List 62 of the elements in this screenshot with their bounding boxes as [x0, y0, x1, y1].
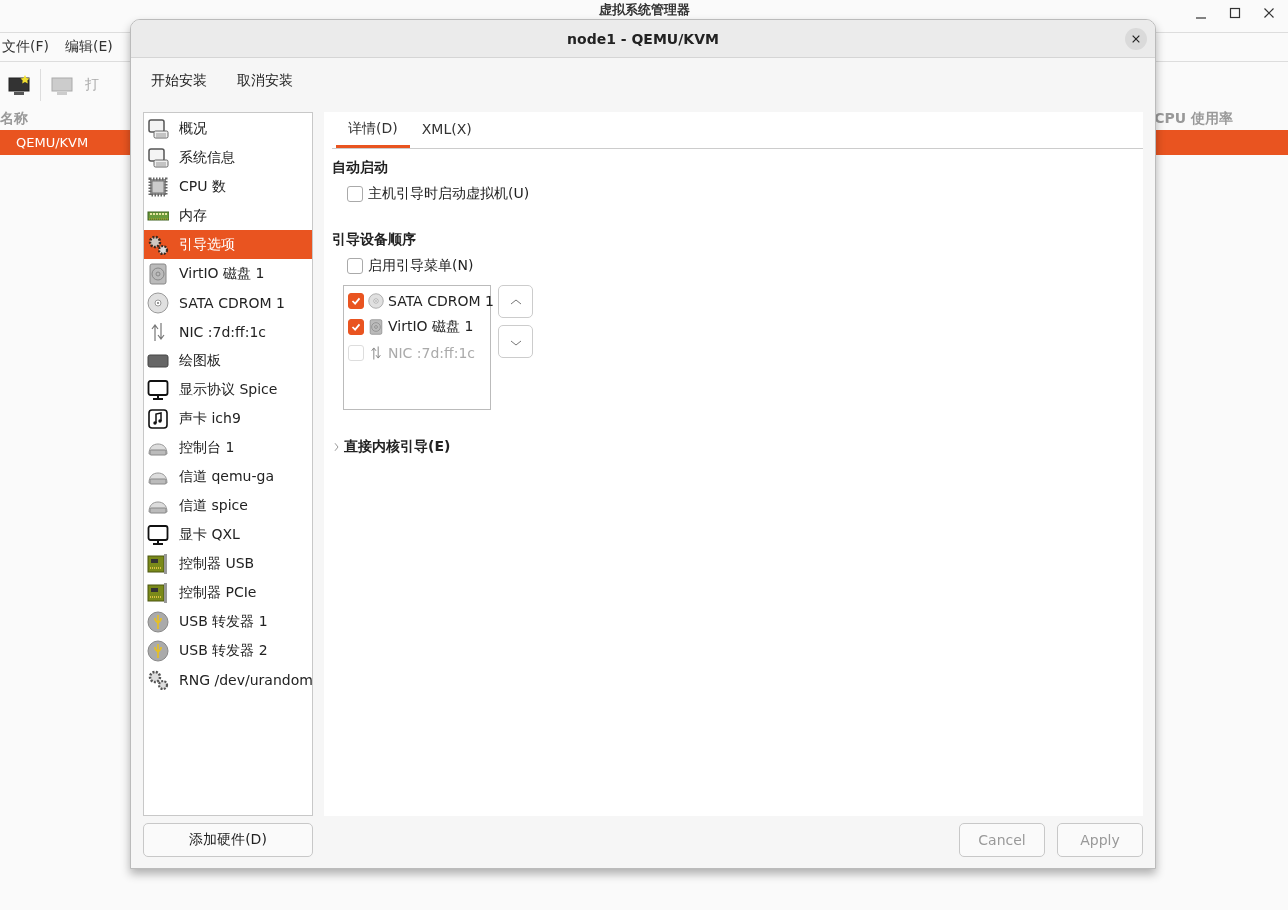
add-hardware-button[interactable]: 添加硬件(D) [143, 823, 313, 857]
gears-icon [147, 668, 169, 691]
checkbox[interactable] [348, 319, 364, 335]
expander[interactable]: 直接内核引导(E) [332, 438, 451, 456]
monitor-keyboard-icon [147, 146, 169, 169]
monitor-keyboard-icon [147, 117, 169, 140]
section-heading: 引导设备顺序 [332, 231, 416, 249]
list-item[interactable]: 控制器 PCIe [144, 578, 312, 607]
list-item[interactable]: USB 转发器 1 [144, 607, 312, 636]
card-icon [147, 581, 169, 604]
menu-item[interactable]: 编辑(E) [65, 38, 113, 56]
usb-icon [147, 639, 169, 662]
music-note-icon [147, 407, 169, 430]
checkbox-label: 启用引导菜单(N) [368, 257, 474, 275]
list-item[interactable]: VirtIO 磁盘 1 [144, 259, 312, 288]
monitor-icon [147, 378, 169, 401]
list-item[interactable]: 概况 [144, 114, 312, 143]
checkbox[interactable] [348, 293, 364, 309]
list-item[interactable]: 系统信息 [144, 143, 312, 172]
list-item[interactable]: 内存 [144, 201, 312, 230]
checkbox[interactable] [347, 186, 363, 202]
card-icon [147, 552, 169, 575]
monitor-icon [147, 523, 169, 546]
window-title: 虚拟系统管理器 [598, 3, 690, 17]
window-title: node1 - QEMU/KVM [567, 30, 719, 47]
gears-icon [147, 233, 169, 256]
list-item[interactable]: 信道 qemu-ga [144, 462, 312, 491]
chip-icon [147, 175, 169, 198]
list-item[interactable]: USB 转发器 2 [144, 636, 312, 665]
list-item[interactable]: 引导选项 [144, 230, 312, 259]
list-item[interactable]: 显卡 QXL [144, 520, 312, 549]
list-item[interactable]: 显示协议 Spice [144, 375, 312, 404]
table-cell: QEMU/KVM [16, 135, 89, 150]
close-icon[interactable] [1262, 6, 1276, 20]
tab[interactable]: 详情(D) [336, 112, 410, 148]
list-item[interactable]: RNG /dev/urandom [144, 665, 312, 694]
list-item[interactable]: 绘图板 [144, 346, 312, 375]
list-item[interactable]: 控制台 1 [144, 433, 312, 462]
arrows-icon [368, 345, 384, 361]
list-item[interactable]: NIC :7d:ff:1c [144, 317, 312, 346]
close-button[interactable] [1125, 28, 1147, 50]
list-item[interactable]: SATA CDROM 1 [388, 293, 494, 309]
list-item[interactable]: CPU 数 [144, 172, 312, 201]
disc-icon [368, 293, 384, 309]
list-item[interactable]: SATA CDROM 1 [144, 288, 312, 317]
tab[interactable]: XML(X) [409, 112, 484, 148]
disc-icon [147, 291, 169, 314]
toolbar-button[interactable]: 取消安装 [237, 68, 293, 94]
list-item[interactable]: 控制器 USB [144, 549, 312, 578]
monitor-star-icon[interactable] [8, 74, 30, 96]
menu-item[interactable]: 文件(F) [2, 38, 49, 56]
list-item[interactable]: VirtIO 磁盘 1 [388, 318, 474, 336]
checkbox[interactable] [347, 258, 363, 274]
list-item[interactable]: 声卡 ich9 [144, 404, 312, 433]
maximize-icon[interactable] [1228, 6, 1242, 20]
disk-icon [368, 319, 384, 335]
list-item[interactable]: 信道 spice [144, 491, 312, 520]
checkbox-label: 主机引导时启动虚拟机(U) [368, 185, 530, 203]
section-heading: 自动启动 [332, 159, 388, 177]
close-icon [1131, 34, 1141, 44]
toolbar-button[interactable]: 开始安装 [151, 68, 207, 94]
usb-icon [147, 610, 169, 633]
